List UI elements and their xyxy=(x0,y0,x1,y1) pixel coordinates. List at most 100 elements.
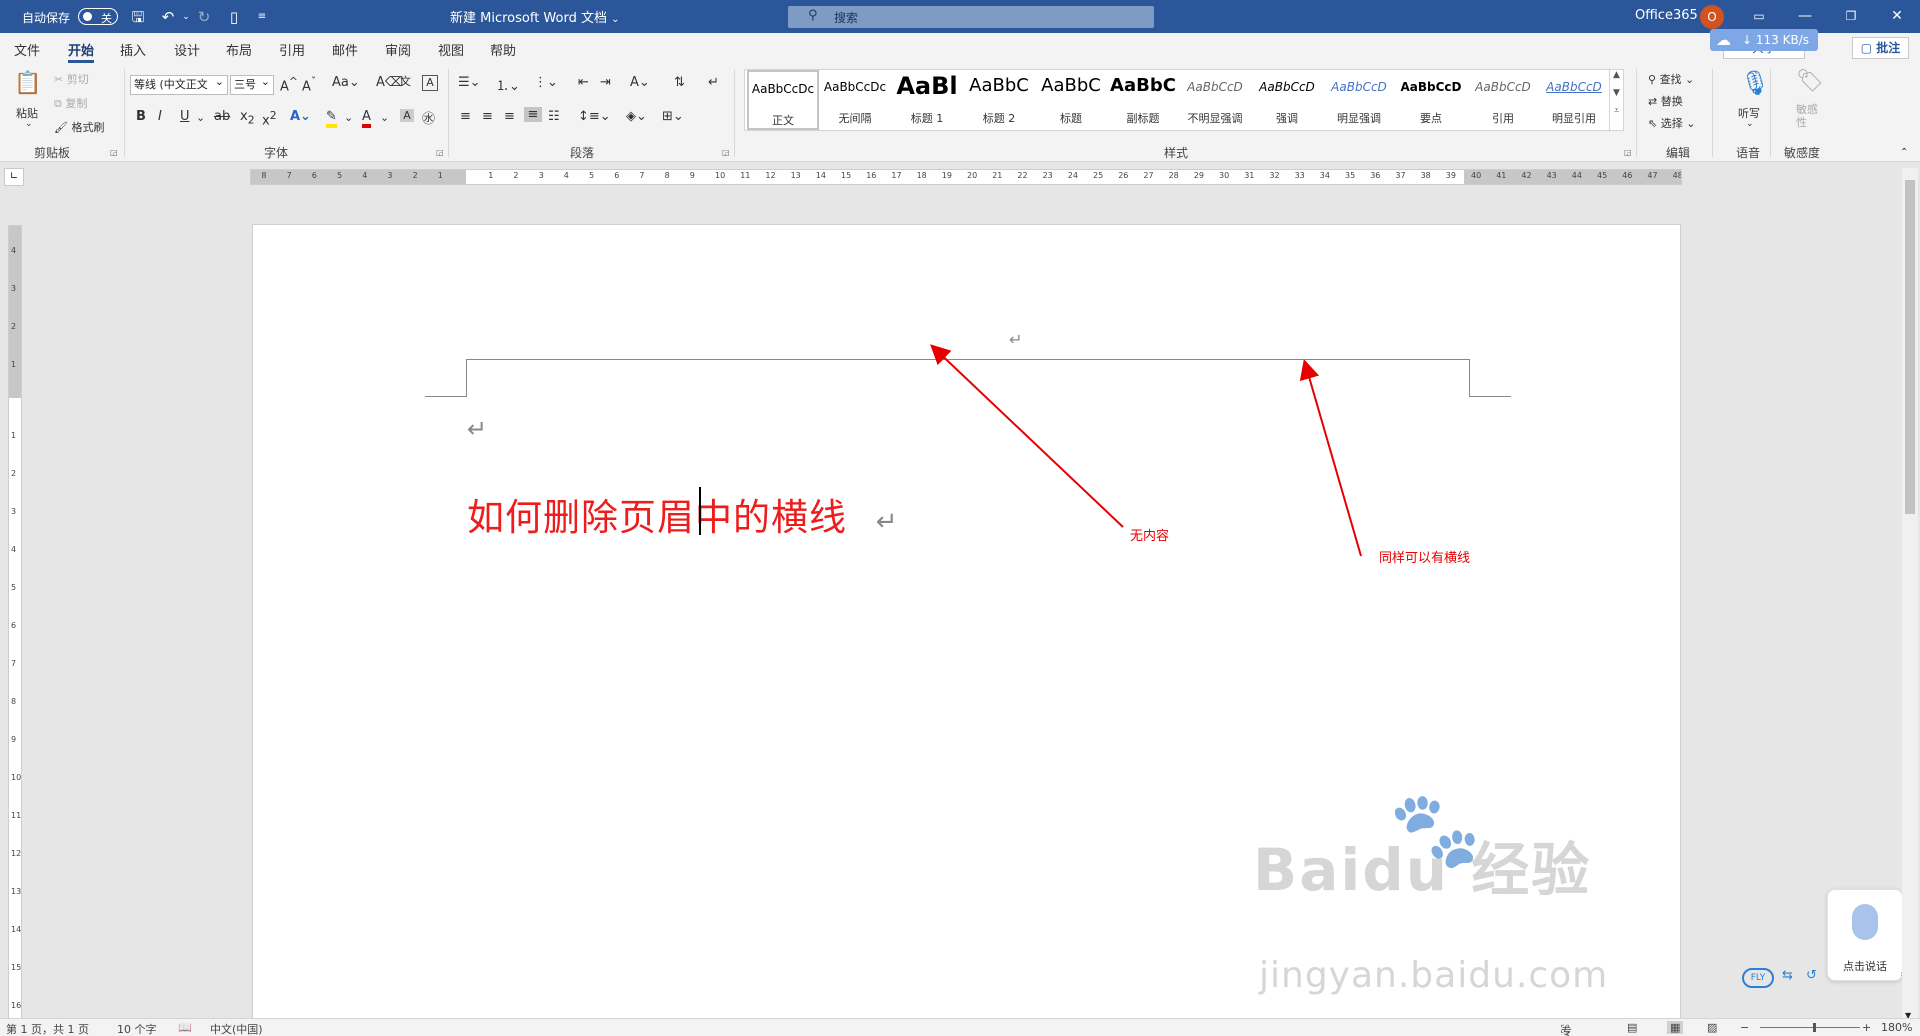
microphone-icon[interactable]: 🎙 xyxy=(1740,69,1770,97)
sensitivity-label[interactable]: 敏感性 xyxy=(1796,103,1824,129)
shading-icon[interactable]: ◈⌄ xyxy=(626,109,647,124)
autosave-toggle[interactable]: 关 xyxy=(78,8,118,25)
underline-icon[interactable]: U xyxy=(180,109,190,124)
zoom-slider[interactable] xyxy=(1760,1027,1860,1028)
tab-selector-icon[interactable]: ∟ xyxy=(4,168,24,186)
dictate-dropdown-icon[interactable]: ⌄ xyxy=(1746,119,1754,129)
tab-design[interactable]: 设计 xyxy=(174,40,200,59)
tab-help[interactable]: 帮助 xyxy=(490,40,516,59)
tab-view[interactable]: 视图 xyxy=(438,40,464,59)
tab-layout[interactable]: 布局 xyxy=(226,40,252,59)
style-normal[interactable]: AaBbCcDc 正文 xyxy=(747,70,819,130)
styles-scroll[interactable]: ▲ ▼ ⩡ xyxy=(1609,70,1623,132)
shrink-font-icon[interactable]: Aˇ xyxy=(302,75,316,94)
tab-references[interactable]: 引用 xyxy=(279,40,305,59)
cut-button[interactable]: ✂ 剪切 xyxy=(54,71,89,87)
web-layout-icon[interactable]: ▨ xyxy=(1707,1021,1717,1034)
style-strong[interactable]: AaBbCcD 要点 xyxy=(1395,70,1467,130)
underline-dropdown-icon[interactable]: ⌄ xyxy=(196,111,205,124)
minimize-icon[interactable]: — xyxy=(1792,5,1818,27)
replace-button[interactable]: ⇄ 替换 xyxy=(1648,93,1683,109)
superscript-icon[interactable]: x2 xyxy=(262,109,277,128)
align-left-icon[interactable]: ≡ xyxy=(460,109,471,124)
customize-qat-icon[interactable]: ≡ xyxy=(252,7,272,27)
grow-font-icon[interactable]: A^ xyxy=(280,75,298,94)
avatar[interactable]: O xyxy=(1700,5,1724,29)
body-text[interactable]: 如何删除页眉中的横线 ↵ xyxy=(467,487,899,541)
style-title[interactable]: AaBbC 标题 xyxy=(1035,70,1107,130)
style-subtle-emphasis[interactable]: AaBbCcD 不明显强调 xyxy=(1179,70,1251,130)
comments-button[interactable]: ▢ 批注 xyxy=(1852,37,1909,59)
distributed-icon[interactable]: ☷ xyxy=(548,109,560,124)
show-marks-icon[interactable]: ↵ xyxy=(708,75,719,90)
touch-mode-icon[interactable]: ▯ xyxy=(224,7,244,27)
select-button[interactable]: ⇖ 选择 ⌄ xyxy=(1648,115,1695,131)
read-mode-icon[interactable]: ▤ xyxy=(1627,1021,1637,1034)
style-intense-quote[interactable]: AaBbCcD 明显引用 xyxy=(1539,70,1609,130)
zoom-slider-thumb[interactable] xyxy=(1813,1023,1816,1032)
multilevel-list-icon[interactable]: ⋮⌄ xyxy=(534,75,558,90)
phonetic-guide-icon[interactable]: 文 xyxy=(400,73,411,89)
find-button[interactable]: ⚲ 查找 ⌄ xyxy=(1648,71,1694,87)
style-intense-emphasis[interactable]: AaBbCcD 明显强调 xyxy=(1323,70,1395,130)
font-name-combo[interactable]: 等线 (中文正文 xyxy=(130,73,228,95)
styles-launcher-icon[interactable]: ◲ xyxy=(1624,148,1632,157)
bullets-icon[interactable]: ☰⌄ xyxy=(458,75,481,90)
fly-icon[interactable]: FLY xyxy=(1742,968,1774,988)
font-size-combo[interactable]: 三号 xyxy=(230,73,274,95)
vertical-scrollbar[interactable]: ▼ xyxy=(1902,168,1918,1020)
zoom-out-icon[interactable]: − xyxy=(1740,1021,1749,1034)
undo-dropdown-icon[interactable]: ⌄ xyxy=(176,7,196,27)
page-count[interactable]: 第 1 页，共 1 页 xyxy=(6,1021,89,1036)
line-spacing-icon[interactable]: ↕≡⌄ xyxy=(578,109,611,124)
decrease-indent-icon[interactable]: ⇤ xyxy=(578,75,589,90)
search-box[interactable]: ⚲ 搜索 xyxy=(788,6,1154,28)
style-no-spacing[interactable]: AaBbCcDc 无间隔 xyxy=(819,70,891,130)
style-heading-1[interactable]: AaBl 标题 1 xyxy=(891,70,963,130)
more-styles-icon[interactable]: ⩡ xyxy=(1610,106,1623,116)
paragraph-launcher-icon[interactable]: ◲ xyxy=(722,148,730,157)
style-emphasis[interactable]: AaBbCcD 强调 xyxy=(1251,70,1323,130)
text-effects-icon[interactable]: A⌄ xyxy=(290,109,311,124)
subscript-icon[interactable]: x2 xyxy=(240,109,255,127)
proofing-icon[interactable]: 📖 xyxy=(178,1021,192,1034)
font-color-dropdown-icon[interactable]: ⌄ xyxy=(380,111,389,124)
style-quote[interactable]: AaBbCcD 引用 xyxy=(1467,70,1539,130)
scrollbar-thumb[interactable] xyxy=(1905,180,1915,514)
title-dropdown-icon[interactable]: ⌄ xyxy=(611,14,619,25)
undo-icon[interactable]: ↶ xyxy=(158,7,178,27)
zoom-in-icon[interactable]: + xyxy=(1862,1021,1871,1034)
tab-file[interactable]: 文件 xyxy=(14,40,40,59)
enclose-characters-icon[interactable]: ㊌ xyxy=(422,108,435,127)
sort-icon[interactable]: ⇅ xyxy=(674,75,685,90)
bold-icon[interactable]: B xyxy=(136,109,146,124)
scroll-up-icon[interactable]: ▲ xyxy=(1610,70,1623,80)
restore-icon[interactable]: ❐ xyxy=(1838,5,1864,27)
change-case-icon[interactable]: Aa⌄ xyxy=(332,75,360,90)
print-layout-icon[interactable]: ▦ xyxy=(1667,1021,1684,1034)
strikethrough-icon[interactable]: ab xyxy=(214,109,230,124)
clipboard-launcher-icon[interactable]: ◲ xyxy=(110,148,118,157)
refresh-icon[interactable]: ↺ xyxy=(1806,968,1817,983)
numbering-icon[interactable]: ⒈⌄ xyxy=(496,75,520,94)
highlight-dropdown-icon[interactable]: ⌄ xyxy=(344,111,353,124)
horizontal-ruler[interactable]: 8 7 6 5 4 3 2 1 1 2 3 4 5 6 7 8 9 10 11 12 13 14 15 16 17 18 19 20 2… xyxy=(250,169,1682,185)
ribbon-display-icon[interactable]: ▭ xyxy=(1746,5,1772,27)
vertical-ruler[interactable]: 4 3 2 1 1 2 3 4 5 6 7 8 9 10 11 12 13 14 15 16 xyxy=(8,225,22,1020)
style-subtitle[interactable]: AaBbC 副标题 xyxy=(1107,70,1179,130)
format-painter-button[interactable]: 🖌 格式刷 xyxy=(54,119,104,135)
tab-review[interactable]: 审阅 xyxy=(385,40,411,59)
tab-insert[interactable]: 插入 xyxy=(120,40,146,59)
align-center-icon[interactable]: ≡ xyxy=(482,109,493,124)
sensitivity-icon[interactable]: 🏷 xyxy=(1796,69,1824,94)
tab-home[interactable]: 开始 xyxy=(68,40,95,63)
close-icon[interactable]: ✕ xyxy=(1884,5,1910,27)
translate-icon[interactable]: ⇆ xyxy=(1782,968,1793,983)
zoom-level[interactable]: 180% xyxy=(1881,1021,1912,1034)
style-heading-2[interactable]: AaBbC 标题 2 xyxy=(963,70,1035,130)
chinese-layout-icon[interactable]: A⌄ xyxy=(630,75,650,90)
language-indicator[interactable]: 中文(中国) xyxy=(210,1021,263,1036)
scroll-down-icon[interactable]: ▼ xyxy=(1610,88,1623,98)
increase-indent-icon[interactable]: ⇥ xyxy=(600,75,611,90)
highlight-icon[interactable]: ✎ xyxy=(326,109,337,128)
